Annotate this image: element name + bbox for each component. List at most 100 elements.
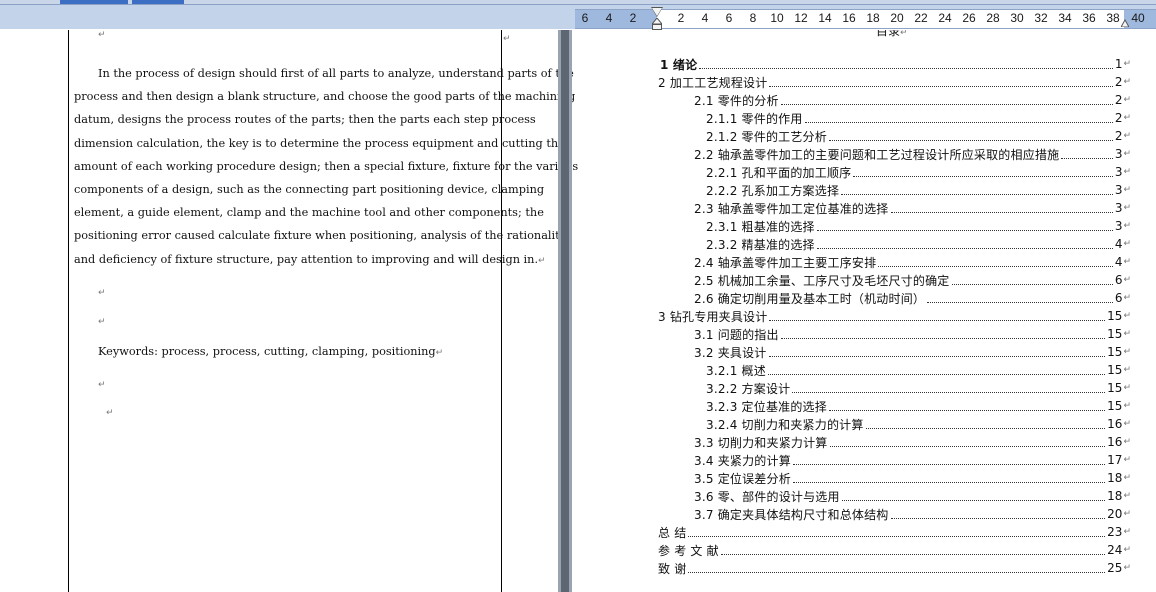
toc-entry[interactable]: 3.2.4 切削力和夹紧力的计算 16 ↵ <box>706 415 1131 433</box>
toc-leader-dots <box>829 445 1106 447</box>
toc-entry-label: 2.6 确定切削用量及基本工时（机动时间） <box>694 291 926 306</box>
toc-entry-label: 参 考 文 献 <box>658 543 719 558</box>
toc-leader-dots <box>927 301 1113 303</box>
toc-entry-page: 2 <box>1114 111 1123 125</box>
first-line-indent-marker-fill <box>652 8 662 16</box>
ruler-number: 20 <box>890 11 904 25</box>
toc-entry[interactable]: 2.3.1 粗基准的选择 3 ↵ <box>706 217 1131 235</box>
toc-entry[interactable]: 3 钻孔专用夹具设计 15 ↵ <box>658 307 1131 325</box>
page-edge-shadow <box>561 30 569 592</box>
paragraph-mark: ↵ <box>1123 401 1131 411</box>
toc-entry[interactable]: 总 结 23 ↵ <box>658 523 1131 541</box>
paragraph-mark: ↵ <box>1123 293 1131 303</box>
horizontal-ruler[interactable]: 6 4 2 2 4 6 8 10 12 14 16 18 20 22 24 26 28 30 32 34 36 38 40 <box>0 5 1156 30</box>
toc-entry[interactable]: 3.7 确定夹具体结构尺寸和总体结构 20 ↵ <box>694 505 1131 523</box>
paragraph-mark: ↵ <box>1123 59 1131 69</box>
toc-entry-page: 3 <box>1114 183 1123 197</box>
toc-leader-dots <box>804 121 1113 123</box>
abstract-body[interactable]: In the process of design should first of… <box>74 62 579 273</box>
toc-entry-label: 3.4 夹紧力的计算 <box>694 453 791 468</box>
abstract-line: amount of each working procedure design;… <box>74 159 579 173</box>
paragraph-mark: ↵ <box>1123 455 1131 465</box>
abstract-line: process and then design a blank structur… <box>74 90 576 104</box>
toc-entry[interactable]: 2.1 零件的分析 2 ↵ <box>694 91 1131 109</box>
keywords-text: Keywords: process, process, cutting, cla… <box>98 345 436 358</box>
ruler-number: 18 <box>866 11 880 25</box>
paragraph-mark: ↵ <box>1123 419 1131 429</box>
toc-leader-dots <box>951 283 1113 285</box>
right-indent-marker[interactable] <box>1121 19 1129 27</box>
toc-entry-page: 25 <box>1107 561 1123 575</box>
abstract-line: element, a guide element, clamp and the … <box>74 206 544 220</box>
paragraph-mark: ↵ <box>1123 131 1131 141</box>
paragraph-mark: ↵ <box>1123 509 1131 519</box>
toc-entry[interactable]: 3.2.3 定位基准的选择 15 ↵ <box>706 397 1131 415</box>
ruler-number: 2 <box>629 11 637 25</box>
ribbon-tab-remnant[interactable] <box>132 0 184 4</box>
toc-leader-dots <box>853 175 1113 177</box>
toc-entry[interactable]: 3.2 夹具设计 15 ↵ <box>694 343 1131 361</box>
ruler-number: 10 <box>770 11 784 25</box>
paragraph-mark: ↵ <box>503 34 511 44</box>
toc-entry[interactable]: 3.2.1 概述 15 ↵ <box>706 361 1131 379</box>
toc-entry[interactable]: 1 绪论 1 ↵ <box>660 55 1131 73</box>
toc-leader-dots <box>768 355 1106 357</box>
paragraph-mark: ↵ <box>98 317 106 327</box>
toc-entry[interactable]: 3.6 零、部件的设计与选用 18 ↵ <box>694 487 1131 505</box>
toc-leader-dots <box>828 409 1106 411</box>
toc-entry-label: 2.3 轴承盖零件加工定位基准的选择 <box>694 201 889 216</box>
ruler-number: 32 <box>1034 11 1048 25</box>
toc-entry-label: 2.2.1 孔和平面的加工顺序 <box>706 165 852 180</box>
toc-entry[interactable]: 2 加工工艺规程设计 2 ↵ <box>658 73 1131 91</box>
abstract-line-text: and deficiency of fixture structure, pay… <box>74 252 539 266</box>
toc-entry[interactable]: 3.2.2 方案设计 15 ↵ <box>706 379 1131 397</box>
toc-leader-dots <box>769 85 1113 87</box>
toc-leader-dots <box>780 337 1106 339</box>
toc-entry[interactable]: 2.4 轴承盖零件加工主要工序安排 4 ↵ <box>694 253 1131 271</box>
toc-entry[interactable]: 3.1 问题的指出 15 ↵ <box>694 325 1131 343</box>
toc-entry[interactable]: 2.2.2 孔系加工方案选择 3 ↵ <box>706 181 1131 199</box>
toc-leader-dots <box>865 427 1106 429</box>
hanging-indent-marker[interactable] <box>652 18 662 30</box>
toc-leader-dots <box>1061 157 1113 159</box>
paragraph-mark: ↵ <box>1123 491 1131 501</box>
toc-entry-page: 15 <box>1107 399 1123 413</box>
keywords-line[interactable]: Keywords: process, process, cutting, cla… <box>98 345 443 358</box>
ribbon-tab-remnant[interactable] <box>60 0 128 4</box>
paragraph-mark: ↵ <box>1123 221 1131 231</box>
toc-entry[interactable]: 2.2.1 孔和平面的加工顺序 3 ↵ <box>706 163 1131 181</box>
toc-entry[interactable]: 参 考 文 献 24 ↵ <box>658 541 1131 559</box>
paragraph-mark: ↵ <box>1123 527 1131 537</box>
toc-entry-label: 2.1.1 零件的作用 <box>706 111 803 126</box>
paragraph-mark: ↵ <box>98 30 106 40</box>
toc-entry[interactable]: 3.5 定位误差分析 18 ↵ <box>694 469 1131 487</box>
toc-leader-dots <box>699 67 1113 69</box>
ruler-number: 16 <box>842 11 856 25</box>
toc-entry[interactable]: 3.3 切削力和夹紧力计算 16 ↵ <box>694 433 1131 451</box>
toc-entry[interactable]: 2.3.2 精基准的选择 4 ↵ <box>706 235 1131 253</box>
toc-entry[interactable]: 2.3 轴承盖零件加工定位基准的选择 3 ↵ <box>694 199 1131 217</box>
toc-entry-page: 4 <box>1114 255 1123 269</box>
abstract-line: dimension calculation, the key is to det… <box>74 136 565 150</box>
toc-entry[interactable]: 2.1.1 零件的作用 2 ↵ <box>706 109 1131 127</box>
toc-entry-label: 3.1 问题的指出 <box>694 327 779 342</box>
toc-entry[interactable]: 2.5 机械加工余量、工序尺寸及毛坯尺寸的确定 6 ↵ <box>694 271 1131 289</box>
paragraph-mark: ↵ <box>98 288 106 298</box>
toc-leader-dots <box>780 103 1113 105</box>
toc-leader-dots <box>792 463 1106 465</box>
toc-entry[interactable]: 致 谢 25 ↵ <box>658 559 1131 577</box>
toc-entry-page: 4 <box>1114 237 1123 251</box>
toc-entry[interactable]: 2.1.2 零件的工艺分析 2 ↵ <box>706 127 1131 145</box>
toc-entry[interactable]: 2.6 确定切削用量及基本工时（机动时间） 6 ↵ <box>694 289 1131 307</box>
toc-leader-dots <box>816 229 1113 231</box>
toc-entry[interactable]: 3.4 夹紧力的计算 17 ↵ <box>694 451 1131 469</box>
toc-entry-label: 3.2.4 切削力和夹紧力的计算 <box>706 417 864 432</box>
toc-entry[interactable]: 2.2 轴承盖零件加工的主要问题和工艺过程设计所应采取的相应措施 3 ↵ <box>694 145 1131 163</box>
paragraph-mark: ↵ <box>1123 185 1131 195</box>
toc-entry-label: 2 加工工艺规程设计 <box>658 75 768 90</box>
toc-leader-dots <box>688 571 1106 573</box>
paragraph-mark: ↵ <box>98 380 106 390</box>
paragraph-mark: ↵ <box>1123 149 1131 159</box>
ruler-number: 28 <box>986 11 1000 25</box>
ruler-number: 36 <box>1082 11 1096 25</box>
